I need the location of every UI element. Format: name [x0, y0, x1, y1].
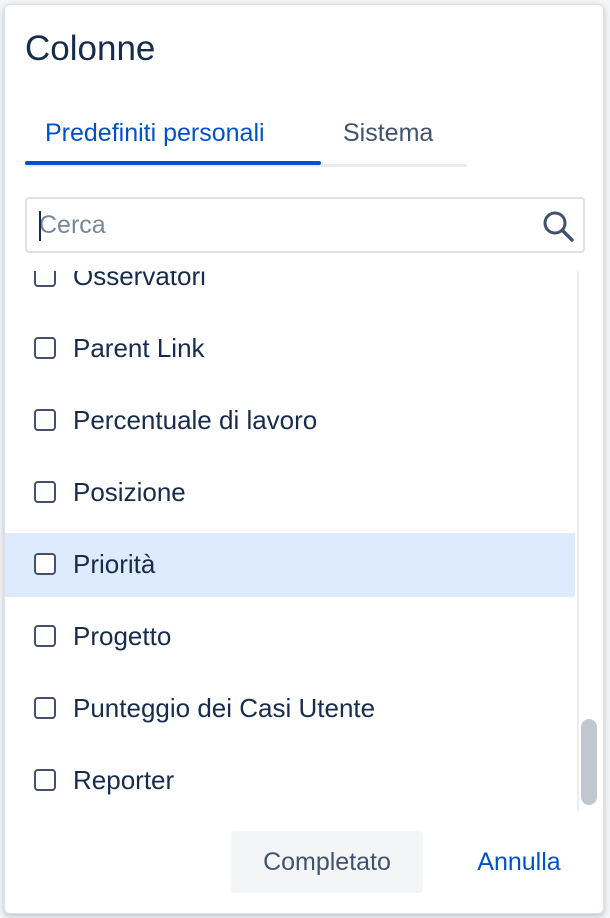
column-list: Osservatori Parent Link Percentuale di l… [5, 271, 603, 811]
checkbox[interactable] [34, 409, 56, 431]
done-button[interactable]: Completato [231, 831, 423, 893]
search-input[interactable] [39, 207, 529, 243]
checkbox[interactable] [34, 481, 56, 503]
list-item-label: Priorità [73, 549, 156, 579]
list-item[interactable]: Parent Link [5, 317, 575, 381]
list-item-label: Posizione [73, 477, 186, 507]
columns-dialog: Colonne Predefiniti personali Sistema Os… [4, 4, 604, 914]
list-item[interactable]: Osservatori [5, 271, 575, 309]
scrollbar-thumb[interactable] [581, 719, 597, 805]
list-item-highlighted[interactable]: Priorità [5, 533, 575, 597]
tab-personal-defaults[interactable]: Predefiniti personali [45, 115, 265, 151]
list-item-label: Parent Link [73, 333, 205, 363]
checkbox[interactable] [34, 271, 56, 287]
list-item[interactable]: Posizione [5, 461, 575, 525]
list-item-label: Osservatori [73, 271, 206, 291]
search-icon[interactable] [541, 209, 575, 243]
list-item-label: Progetto [73, 621, 172, 651]
checkbox[interactable] [34, 553, 56, 575]
tab-system[interactable]: Sistema [343, 115, 433, 151]
list-item[interactable]: Reporter [5, 749, 575, 811]
list-item[interactable]: Punteggio dei Casi Utente [5, 677, 575, 741]
scrollbar-track[interactable] [577, 271, 579, 811]
list-item-label: Percentuale di lavoro [73, 405, 318, 435]
checkbox[interactable] [34, 625, 56, 647]
list-item-label: Punteggio dei Casi Utente [73, 693, 376, 723]
text-caret [39, 211, 41, 241]
list-item[interactable]: Percentuale di lavoro [5, 389, 575, 453]
cancel-button[interactable]: Annulla [457, 831, 581, 893]
dialog-title: Colonne [25, 29, 156, 68]
checkbox[interactable] [34, 337, 56, 359]
checkbox[interactable] [34, 697, 56, 719]
active-tab-indicator [25, 161, 321, 165]
list-item-label: Reporter [73, 765, 175, 795]
list-item[interactable]: Progetto [5, 605, 575, 669]
checkbox[interactable] [34, 769, 56, 791]
tab-bar: Predefiniti personali Sistema [25, 109, 467, 167]
search-box[interactable] [25, 197, 585, 253]
